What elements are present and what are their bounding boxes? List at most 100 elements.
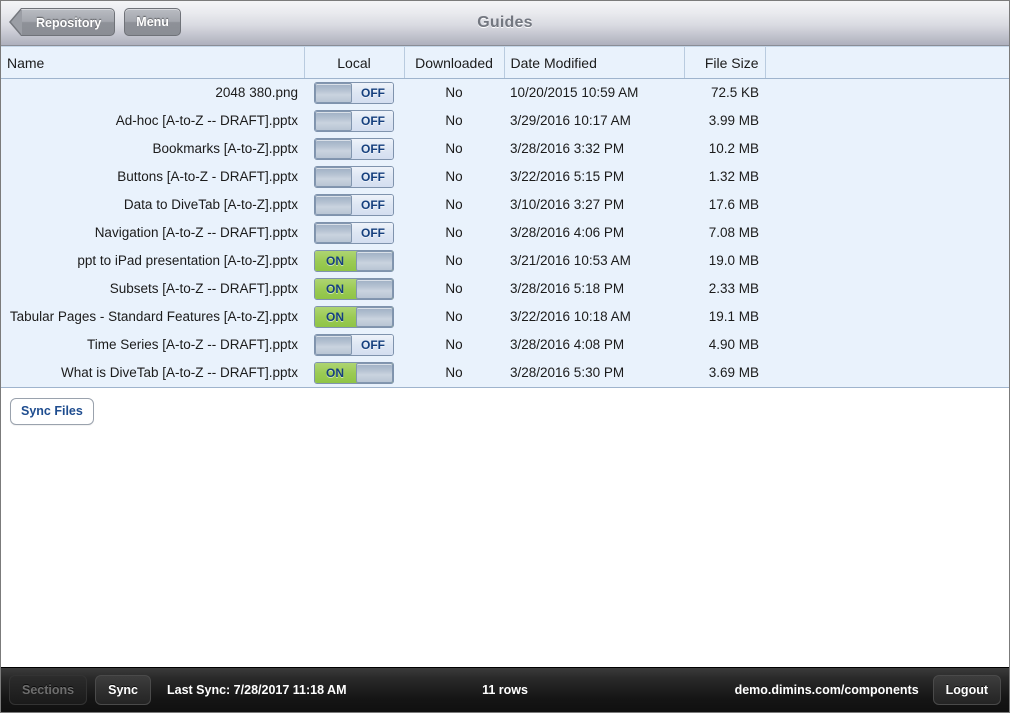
row-spacer-cell xyxy=(765,303,1009,331)
date-modified-cell: 3/21/2016 10:53 AM xyxy=(504,247,684,275)
last-sync-label: Last Sync: 7/28/2017 11:18 AM xyxy=(167,683,347,697)
toggle-state-label: OFF xyxy=(353,83,393,103)
local-toggle-switch[interactable]: ON xyxy=(314,250,394,272)
row-spacer-cell xyxy=(765,275,1009,303)
date-modified-cell: 3/28/2016 3:32 PM xyxy=(504,135,684,163)
local-toggle-switch[interactable]: ON xyxy=(314,362,394,384)
table-row[interactable]: Bookmarks [A-to-Z].pptxOFFNo3/28/2016 3:… xyxy=(1,135,1009,163)
toggle-state-label: OFF xyxy=(353,335,393,355)
file-name-cell: Bookmarks [A-to-Z].pptx xyxy=(1,135,304,163)
back-to-repository-button[interactable]: Repository xyxy=(21,8,115,36)
file-name-cell: Subsets [A-to-Z -- DRAFT].pptx xyxy=(1,275,304,303)
local-toggle-cell: OFF xyxy=(304,79,404,107)
local-toggle-cell: OFF xyxy=(304,135,404,163)
date-modified-cell: 3/28/2016 5:18 PM xyxy=(504,275,684,303)
file-size-cell: 2.33 MB xyxy=(684,275,765,303)
toggle-state-label: OFF xyxy=(353,167,393,187)
file-name-cell: Time Series [A-to-Z -- DRAFT].pptx xyxy=(1,331,304,359)
empty-space xyxy=(1,546,1009,667)
file-size-cell: 72.5 KB xyxy=(684,79,765,107)
toggle-state-label: ON xyxy=(315,251,355,271)
local-toggle-switch[interactable]: OFF xyxy=(314,222,394,244)
downloaded-cell: No xyxy=(404,303,504,331)
toggle-state-label: ON xyxy=(315,279,355,299)
local-toggle-switch[interactable]: OFF xyxy=(314,110,394,132)
local-toggle-cell: OFF xyxy=(304,219,404,247)
title-bar: Repository Menu Guides xyxy=(1,1,1009,46)
table-row[interactable]: Time Series [A-to-Z -- DRAFT].pptxOFFNo3… xyxy=(1,331,1009,359)
local-toggle-cell: OFF xyxy=(304,107,404,135)
column-header-spacer xyxy=(765,47,1009,79)
toggle-knob[interactable] xyxy=(315,195,352,215)
table-row[interactable]: Navigation [A-to-Z -- DRAFT].pptxOFFNo3/… xyxy=(1,219,1009,247)
file-name-cell: Tabular Pages - Standard Features [A-to-… xyxy=(1,303,304,331)
toggle-knob[interactable] xyxy=(315,111,352,131)
toggle-knob[interactable] xyxy=(315,167,352,187)
local-toggle-switch[interactable]: ON xyxy=(314,278,394,300)
application-window: Repository Menu Guides N xyxy=(0,0,1010,713)
local-toggle-switch[interactable]: ON xyxy=(314,306,394,328)
toggle-knob[interactable] xyxy=(356,363,393,383)
local-toggle-switch[interactable]: OFF xyxy=(314,82,394,104)
local-toggle-switch[interactable]: OFF xyxy=(314,194,394,216)
file-name-cell: Navigation [A-to-Z -- DRAFT].pptx xyxy=(1,219,304,247)
table-row[interactable]: Buttons [A-to-Z - DRAFT].pptxOFFNo3/22/2… xyxy=(1,163,1009,191)
row-spacer-cell xyxy=(765,219,1009,247)
date-modified-cell: 3/22/2016 10:18 AM xyxy=(504,303,684,331)
local-toggle-cell: OFF xyxy=(304,163,404,191)
toggle-knob[interactable] xyxy=(315,335,352,355)
column-header-local[interactable]: Local xyxy=(304,47,404,79)
file-name-cell: ppt to iPad presentation [A-to-Z].pptx xyxy=(1,247,304,275)
file-name-cell: Data to DiveTab [A-to-Z].pptx xyxy=(1,191,304,219)
local-toggle-switch[interactable]: OFF xyxy=(314,166,394,188)
column-header-date-modified[interactable]: Date Modified xyxy=(504,47,684,79)
file-name-cell: Buttons [A-to-Z - DRAFT].pptx xyxy=(1,163,304,191)
date-modified-cell: 3/29/2016 10:17 AM xyxy=(504,107,684,135)
file-size-cell: 10.2 MB xyxy=(684,135,765,163)
toggle-knob[interactable] xyxy=(356,279,393,299)
sections-button[interactable]: Sections xyxy=(9,675,87,705)
file-table: Name Local Downloaded Date Modified File… xyxy=(1,46,1009,387)
table-row[interactable]: Data to DiveTab [A-to-Z].pptxOFFNo3/10/2… xyxy=(1,191,1009,219)
file-size-cell: 3.69 MB xyxy=(684,359,765,387)
logout-button[interactable]: Logout xyxy=(933,675,1001,705)
row-spacer-cell xyxy=(765,107,1009,135)
table-row[interactable]: ppt to iPad presentation [A-to-Z].pptx ON… xyxy=(1,247,1009,275)
toggle-knob[interactable] xyxy=(315,139,352,159)
table-row[interactable]: 2048 380.pngOFFNo10/20/2015 10:59 AM72.5… xyxy=(1,79,1009,107)
navigation-button-group: Repository Menu xyxy=(10,8,181,36)
toggle-knob[interactable] xyxy=(356,307,393,327)
file-size-cell: 4.90 MB xyxy=(684,331,765,359)
menu-button[interactable]: Menu xyxy=(124,8,181,36)
row-spacer-cell xyxy=(765,359,1009,387)
row-spacer-cell xyxy=(765,331,1009,359)
row-spacer-cell xyxy=(765,79,1009,107)
sync-files-button[interactable]: Sync Files xyxy=(10,398,94,425)
row-spacer-cell xyxy=(765,191,1009,219)
toggle-knob[interactable] xyxy=(315,223,352,243)
column-header-name[interactable]: Name xyxy=(1,47,304,79)
sync-button[interactable]: Sync xyxy=(95,675,151,705)
toggle-knob[interactable] xyxy=(315,83,352,103)
column-header-downloaded[interactable]: Downloaded xyxy=(404,47,504,79)
local-toggle-cell: ON xyxy=(304,275,404,303)
file-table-header: Name Local Downloaded Date Modified File… xyxy=(1,47,1009,79)
table-row[interactable]: What is DiveTab [A-to-Z -- DRAFT].pptxON… xyxy=(1,359,1009,387)
table-row[interactable]: Tabular Pages - Standard Features [A-to-… xyxy=(1,303,1009,331)
local-toggle-switch[interactable]: OFF xyxy=(314,138,394,160)
local-toggle-cell: OFF xyxy=(304,191,404,219)
toggle-state-label: ON xyxy=(315,363,355,383)
table-row[interactable]: Subsets [A-to-Z -- DRAFT].pptxONNo3/28/2… xyxy=(1,275,1009,303)
file-size-cell: 3.99 MB xyxy=(684,107,765,135)
table-row[interactable]: Ad-hoc [A-to-Z -- DRAFT].pptxOFFNo3/29/2… xyxy=(1,107,1009,135)
local-toggle-cell: ON xyxy=(304,303,404,331)
file-size-cell: 17.6 MB xyxy=(684,191,765,219)
row-spacer-cell xyxy=(765,163,1009,191)
downloaded-cell: No xyxy=(404,163,504,191)
file-size-cell: 19.0 MB xyxy=(684,247,765,275)
downloaded-cell: No xyxy=(404,219,504,247)
downloaded-cell: No xyxy=(404,359,504,387)
column-header-file-size[interactable]: File Size xyxy=(684,47,765,79)
toggle-knob[interactable] xyxy=(356,251,393,271)
local-toggle-switch[interactable]: OFF xyxy=(314,334,394,356)
